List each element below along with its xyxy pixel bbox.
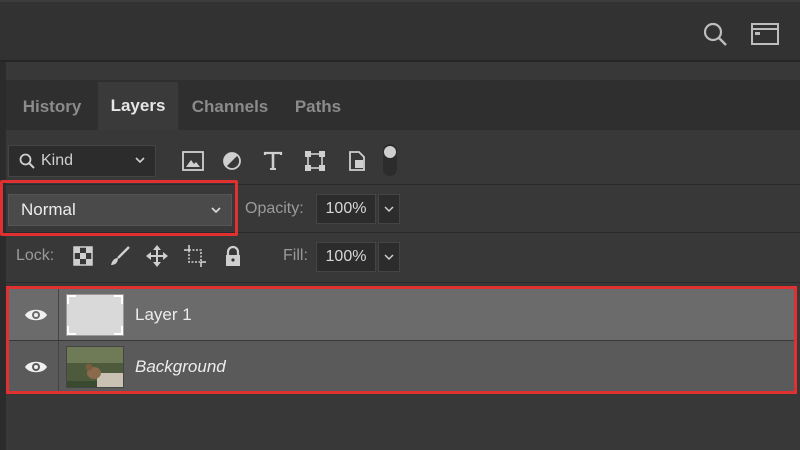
tab-channels[interactable]: Channels <box>178 84 282 130</box>
layers-highlight-box <box>6 286 797 394</box>
filter-kind-label: Kind <box>41 152 74 169</box>
tab-layers[interactable]: Layers <box>98 82 178 130</box>
chevron-down-icon <box>133 153 147 172</box>
lock-position-icon[interactable] <box>145 244 169 268</box>
opacity-dropdown[interactable] <box>378 194 400 224</box>
opacity-field[interactable]: 100% <box>316 194 376 224</box>
pixel-layer-filter-icon[interactable] <box>180 148 206 174</box>
type-layer-filter-icon[interactable] <box>260 148 286 174</box>
chevron-down-icon <box>383 203 395 215</box>
panel-toggle-icon[interactable] <box>750 19 780 49</box>
blend-mode-highlight-box <box>0 180 238 236</box>
divider <box>6 282 800 283</box>
lock-label: Lock: <box>16 247 55 264</box>
filter-kind-dropdown[interactable]: Kind <box>8 145 156 177</box>
app-top-bar <box>0 0 800 60</box>
adjustment-layer-filter-icon[interactable] <box>219 148 245 174</box>
opacity-label: Opacity: <box>245 200 304 217</box>
chevron-down-icon <box>383 251 395 263</box>
shape-layer-filter-icon[interactable] <box>302 148 328 174</box>
smart-object-filter-icon[interactable] <box>344 148 370 174</box>
panel-tab-bar: History Layers Channels Paths <box>6 80 800 130</box>
fill-field[interactable]: 100% <box>316 242 376 272</box>
tab-paths[interactable]: Paths <box>282 84 354 130</box>
prevent-auto-nesting-icon[interactable] <box>183 244 207 268</box>
toggle-knob <box>384 146 396 158</box>
lock-image-pixels-icon[interactable] <box>108 244 132 268</box>
filter-toggle[interactable] <box>383 144 397 176</box>
fill-dropdown[interactable] <box>378 242 400 272</box>
fill-label: Fill: <box>283 247 308 264</box>
search-icon <box>19 153 35 169</box>
tab-history[interactable]: History <box>6 84 98 130</box>
lock-all-icon[interactable] <box>221 244 245 268</box>
search-icon[interactable] <box>700 19 730 49</box>
lock-transparent-pixels-icon[interactable] <box>71 244 95 268</box>
